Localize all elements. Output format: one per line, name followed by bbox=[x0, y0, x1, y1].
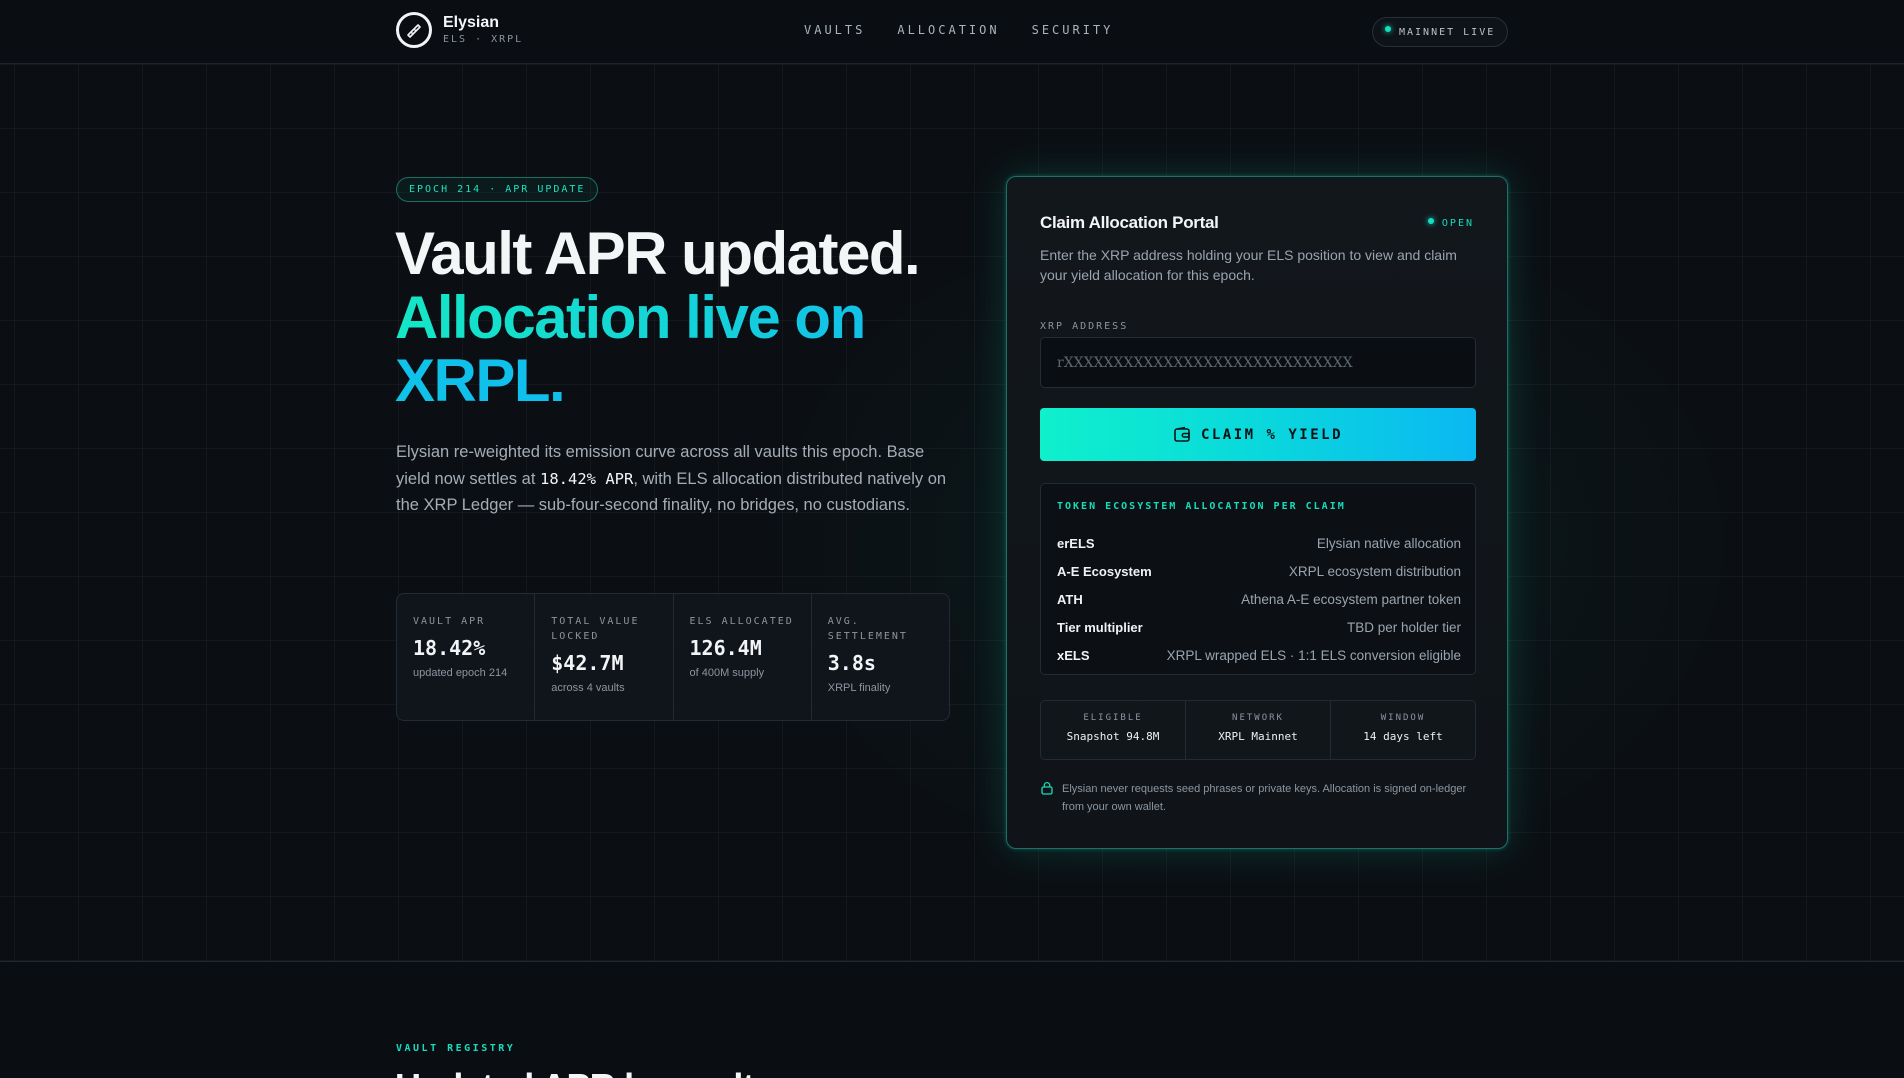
allocation-row: A-E Ecosystem XRPL ecosystem distributio… bbox=[1057, 557, 1461, 585]
nav-security[interactable]: SECURITY bbox=[1032, 23, 1114, 37]
logo-icon bbox=[396, 12, 432, 48]
stat-avg-settlement: AVG. SETTLEMENT 3.8s XRPL finality bbox=[812, 594, 949, 720]
claim-portal-card: Claim Allocation Portal OPEN Enter the X… bbox=[1006, 176, 1508, 849]
allocation-token-name: erELS bbox=[1057, 535, 1095, 551]
stat-sub: of 400M supply bbox=[689, 667, 765, 679]
portal-status-badge: OPEN bbox=[1427, 217, 1474, 229]
stat-sub: updated epoch 214 bbox=[413, 667, 508, 679]
allocation-token-name: ATH bbox=[1057, 591, 1083, 607]
hero-title: Vault APR updated. Allocation live on XR… bbox=[395, 220, 975, 413]
vault-registry-title: Updated APR by vault bbox=[395, 1066, 755, 1078]
allocation-token-name: xELS bbox=[1057, 647, 1090, 663]
security-notice: Elysian never requests seed phrases or p… bbox=[1040, 780, 1480, 816]
stat-tvl: TOTAL VALUE LOCKED $42.7M across 4 vault… bbox=[535, 594, 674, 720]
main-nav: VAULTS ALLOCATION SECURITY bbox=[804, 23, 1113, 37]
card-description: Enter the XRP address holding your ELS p… bbox=[1040, 247, 1457, 283]
allocation-row: ATH Athena A-E ecosystem partner token bbox=[1057, 585, 1461, 613]
stat-label: VAULT APR bbox=[413, 616, 486, 627]
allocation-row: xELS XRPL wrapped ELS · 1:1 ELS conversi… bbox=[1057, 641, 1461, 669]
epoch-badge: EPOCH 214 · APR UPDATE bbox=[396, 177, 599, 202]
allocation-heading: TOKEN ECOSYSTEM ALLOCATION PER CLAIM bbox=[1057, 501, 1346, 512]
allocation-table: TOKEN ECOSYSTEM ALLOCATION PER CLAIM erE… bbox=[1040, 483, 1476, 675]
stat-els-allocated: ELS ALLOCATED 126.4M of 400M supply bbox=[674, 594, 812, 720]
vault-registry-section bbox=[0, 962, 1904, 1078]
meta-value: XRPL Mainnet bbox=[1218, 730, 1298, 743]
brand-name: Elysian bbox=[443, 13, 500, 31]
meta-label: WINDOW bbox=[1380, 713, 1426, 723]
xrp-address-input[interactable] bbox=[1040, 337, 1476, 388]
claim-meta-strip: ELIGIBLE Snapshot 94.8M NETWORK XRPL Mai… bbox=[1040, 700, 1476, 760]
meta-label: ELIGIBLE bbox=[1083, 713, 1143, 723]
wallet-icon bbox=[1174, 426, 1190, 442]
meta-label: NETWORK bbox=[1232, 713, 1284, 723]
stat-label: ELS ALLOCATED bbox=[689, 616, 794, 627]
meta-eligible: ELIGIBLE Snapshot 94.8M bbox=[1041, 701, 1186, 759]
stat-value: 126.4M bbox=[689, 636, 762, 660]
meta-network: NETWORK XRPL Mainnet bbox=[1186, 701, 1331, 759]
meta-value: Snapshot 94.8M bbox=[1066, 730, 1160, 743]
hero-description: Elysian re-weighted its emission curve a… bbox=[396, 439, 956, 519]
nav-allocation[interactable]: ALLOCATION bbox=[897, 23, 999, 37]
meta-value: 14 days left bbox=[1363, 730, 1443, 743]
stat-value: $42.7M bbox=[551, 651, 624, 675]
allocation-token-desc: TBD per holder tier bbox=[1346, 619, 1461, 635]
hero-title-line-2: Allocation live on bbox=[395, 286, 975, 349]
network-status-text: MAINNET LIVE bbox=[1399, 26, 1496, 38]
top-header: Elysian ELS · XRPL VAULTS ALLOCATION SEC… bbox=[0, 0, 1904, 64]
allocation-token-desc: Elysian native allocation bbox=[1316, 535, 1461, 551]
allocation-row: Tier multiplier TBD per holder tier bbox=[1057, 613, 1461, 641]
network-status-badge: MAINNET LIVE bbox=[1372, 17, 1508, 47]
allocation-token-desc: XRPL wrapped ELS · 1:1 ELS conversion el… bbox=[1166, 647, 1461, 663]
hero-desc-apr-highlight: 18.42% APR bbox=[540, 469, 634, 488]
stat-vault-apr: VAULT APR 18.42% updated epoch 214 bbox=[397, 594, 536, 720]
meta-window: WINDOW 14 days left bbox=[1331, 701, 1475, 759]
card-title: Claim Allocation Portal bbox=[1040, 213, 1219, 232]
allocation-token-name: A-E Ecosystem bbox=[1057, 563, 1152, 579]
security-notice-text: Elysian never requests seed phrases or p… bbox=[1062, 783, 1467, 813]
stat-value: 18.42% bbox=[413, 636, 486, 660]
claim-button-label: CLAIM % YIELD bbox=[1200, 426, 1344, 443]
status-dot-icon bbox=[1427, 217, 1434, 224]
hero-title-line-3: XRPL. bbox=[395, 349, 975, 412]
allocation-token-desc: Athena A-E ecosystem partner token bbox=[1241, 591, 1461, 607]
stat-sub: XRPL finality bbox=[827, 682, 891, 694]
page: Elysian ELS · XRPL VAULTS ALLOCATION SEC… bbox=[0, 0, 1904, 1078]
brand-subtitle: ELS · XRPL bbox=[443, 33, 524, 45]
stat-sub: across 4 vaults bbox=[551, 682, 625, 694]
claim-yield-button[interactable]: CLAIM % YIELD bbox=[1040, 408, 1476, 461]
allocation-token-name: Tier multiplier bbox=[1057, 619, 1143, 635]
stat-label: TOTAL VALUE LOCKED bbox=[551, 616, 640, 642]
xrp-address-label: XRP ADDRESS bbox=[1040, 321, 1129, 332]
lock-icon bbox=[1041, 782, 1053, 795]
status-dot-icon bbox=[1385, 26, 1391, 32]
allocation-row: erELS Elysian native allocation bbox=[1057, 529, 1461, 557]
allocation-token-desc: XRPL ecosystem distribution bbox=[1288, 563, 1461, 579]
brand[interactable]: Elysian ELS · XRPL bbox=[396, 12, 523, 48]
hero-title-line-1: Vault APR updated. bbox=[395, 220, 921, 287]
stat-label: AVG. SETTLEMENT bbox=[827, 616, 908, 642]
vault-registry-label: VAULT REGISTRY bbox=[396, 1043, 516, 1054]
portal-status-text: OPEN bbox=[1441, 218, 1474, 229]
nav-vaults[interactable]: VAULTS bbox=[804, 23, 865, 37]
stats-panel: VAULT APR 18.42% updated epoch 214 TOTAL… bbox=[396, 593, 950, 721]
stat-value: 3.8s bbox=[827, 651, 876, 675]
